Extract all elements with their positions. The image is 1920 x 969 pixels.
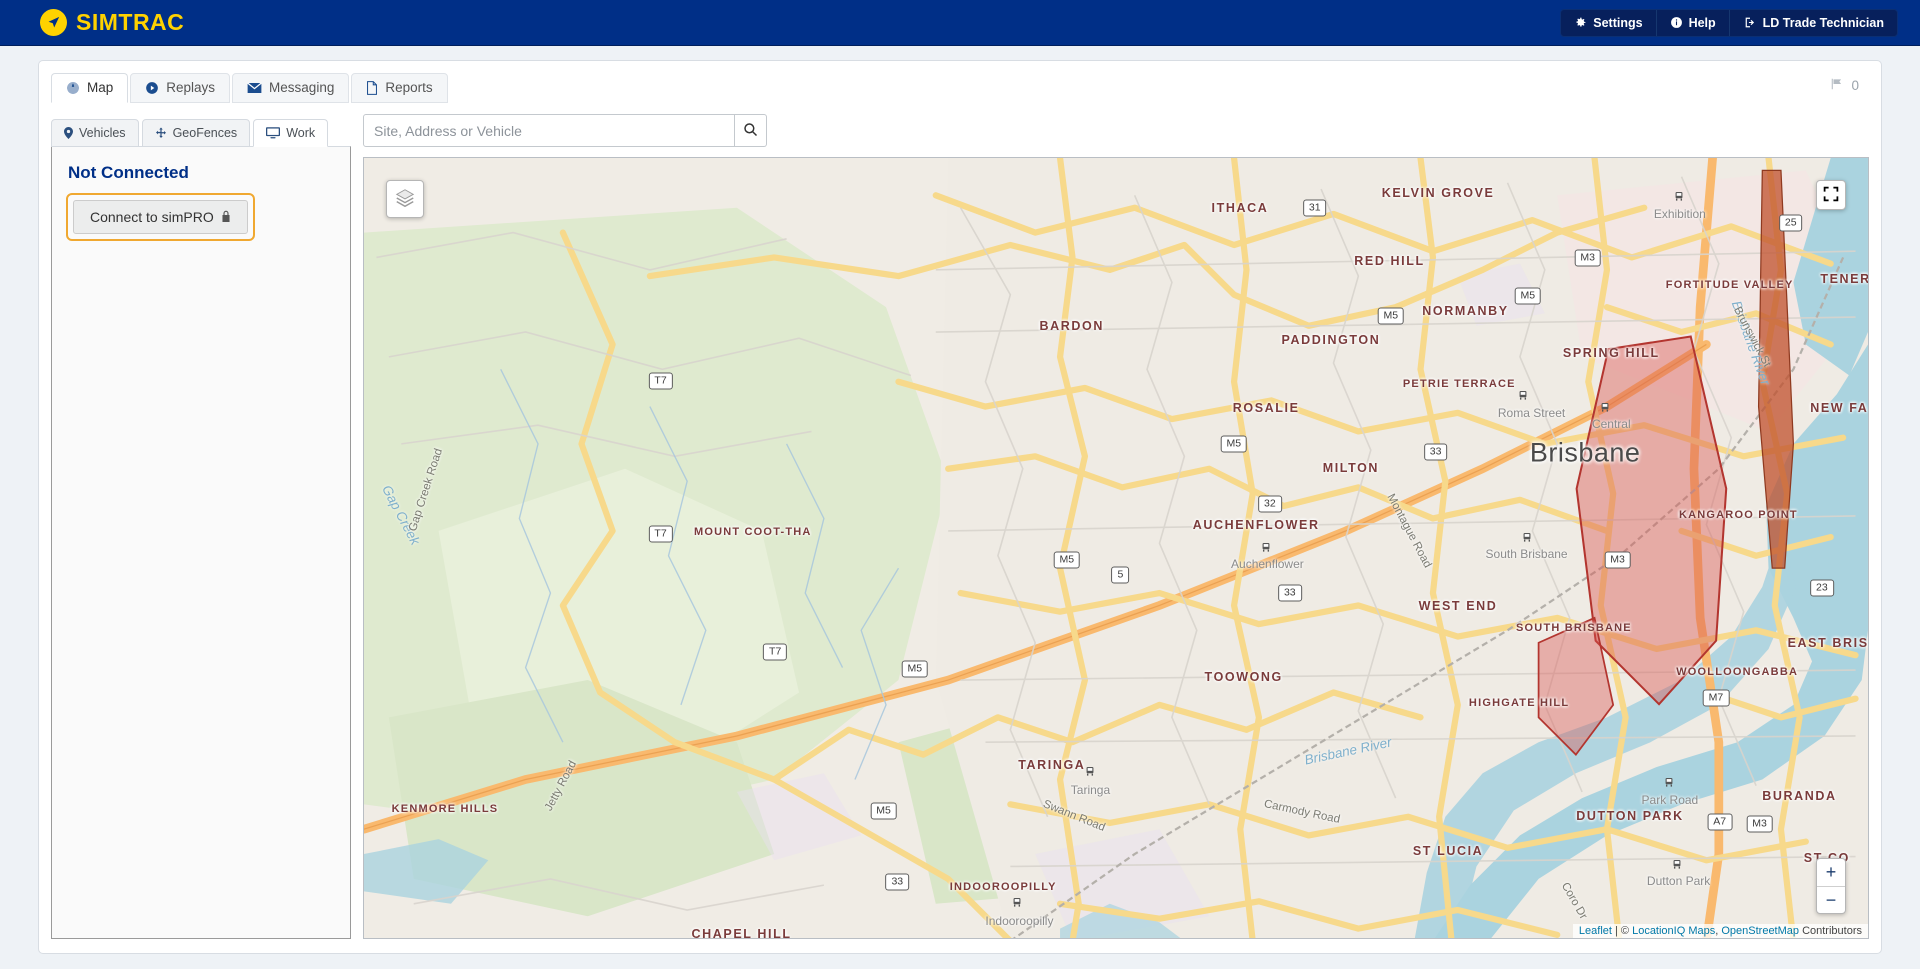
locationiq-link[interactable]: LocationIQ Maps	[1632, 925, 1715, 937]
tab-map-label: Map	[87, 80, 114, 95]
lock-icon	[221, 209, 231, 225]
search-button[interactable]	[735, 114, 767, 147]
flag-counter[interactable]: 0	[1830, 77, 1869, 102]
attrib-sep: | ©	[1611, 925, 1633, 937]
tab-replays-label: Replays	[166, 80, 216, 95]
help-label: Help	[1688, 15, 1716, 30]
main-tab-strip: Map Replays Messaging Reports 0	[38, 60, 1882, 103]
zoom-out-button[interactable]: −	[1817, 887, 1845, 914]
flag-icon	[1830, 77, 1844, 94]
osm-link[interactable]: OpenStreetMap	[1721, 925, 1799, 937]
settings-button[interactable]: Settings	[1561, 9, 1657, 36]
tab-reports-label: Reports	[385, 80, 433, 95]
sidebar-item-geofences[interactable]: GeoFences	[141, 119, 251, 147]
brand-name: SIMTRAC	[76, 9, 185, 35]
navigation-arrow-icon	[40, 9, 67, 36]
layers-control[interactable]	[386, 180, 424, 218]
tab-replays[interactable]: Replays	[130, 73, 231, 103]
tab-messaging-label: Messaging	[269, 80, 335, 95]
map-tiles	[364, 158, 1868, 938]
expand-icon	[1823, 186, 1839, 205]
main-tabs: Map Replays Messaging Reports	[51, 71, 450, 103]
sidebar-item-vehicles-label: Vehicles	[79, 126, 126, 140]
tab-messaging[interactable]: Messaging	[232, 73, 350, 103]
brand-logo[interactable]: SIMTRAC	[40, 9, 184, 36]
info-circle-icon	[1670, 16, 1683, 29]
file-icon	[366, 80, 378, 95]
tab-map[interactable]: Map	[51, 73, 129, 103]
sidebar-item-work-label: Work	[286, 126, 316, 140]
connection-status: Not Connected	[68, 163, 189, 182]
layers-icon	[394, 187, 416, 212]
page-shell: Map Replays Messaging Reports 0 Vehicles…	[0, 46, 1920, 954]
zoom-in-button[interactable]: +	[1817, 859, 1845, 887]
desktop-icon	[266, 127, 281, 139]
connect-focus-ring: Connect to simPRO	[66, 193, 255, 241]
map-viewport[interactable]: ITHACA KELVIN GROVE RED HILL BARDON PADDINGT…	[363, 157, 1869, 939]
sidebar-item-work[interactable]: Work	[253, 119, 329, 147]
connect-to-simpro-button[interactable]: Connect to simPRO	[73, 200, 248, 234]
globe-icon	[66, 81, 80, 95]
sign-out-icon	[1743, 16, 1757, 29]
flag-count-label: 0	[1851, 78, 1859, 93]
map-pin-icon	[64, 127, 73, 139]
help-button[interactable]: Help	[1657, 9, 1730, 36]
search-row	[363, 114, 1869, 147]
sidebar-item-geofences-label: GeoFences	[172, 126, 238, 140]
top-nav: Settings Help LD Trade Technician	[1560, 8, 1898, 37]
sidebar: Vehicles GeoFences Work Not Connected Co…	[51, 114, 351, 939]
gear-icon	[1574, 16, 1587, 29]
top-bar: SIMTRAC Settings Help LD Trade Technicia…	[0, 0, 1920, 46]
user-account-button[interactable]: LD Trade Technician	[1730, 10, 1897, 36]
user-name-label: LD Trade Technician	[1762, 15, 1884, 30]
settings-label: Settings	[1593, 15, 1643, 30]
tab-reports[interactable]: Reports	[351, 73, 448, 103]
attrib-suffix: Contributors	[1799, 925, 1862, 937]
envelope-icon	[247, 82, 262, 94]
fullscreen-control[interactable]	[1816, 180, 1846, 210]
arrows-move-icon	[155, 127, 167, 139]
map-column: ITHACAKELVIN GROVERED HILLBARDONPADDINGT…	[363, 114, 1869, 939]
search-input[interactable]	[363, 114, 735, 147]
map-attribution: Leaflet | © LocationIQ Maps, OpenStreetM…	[1572, 924, 1868, 938]
sidebar-subtabs: Vehicles GeoFences Work	[51, 114, 351, 147]
work-panel: Not Connected Connect to simPRO	[51, 146, 351, 939]
sidebar-item-vehicles[interactable]: Vehicles	[51, 119, 139, 147]
panel-body: Vehicles GeoFences Work Not Connected Co…	[38, 102, 1882, 954]
search-icon	[743, 122, 758, 140]
connect-button-label: Connect to simPRO	[90, 209, 214, 225]
play-circle-icon	[145, 81, 159, 95]
leaflet-link[interactable]: Leaflet	[1579, 925, 1612, 937]
zoom-control: + −	[1816, 858, 1846, 914]
